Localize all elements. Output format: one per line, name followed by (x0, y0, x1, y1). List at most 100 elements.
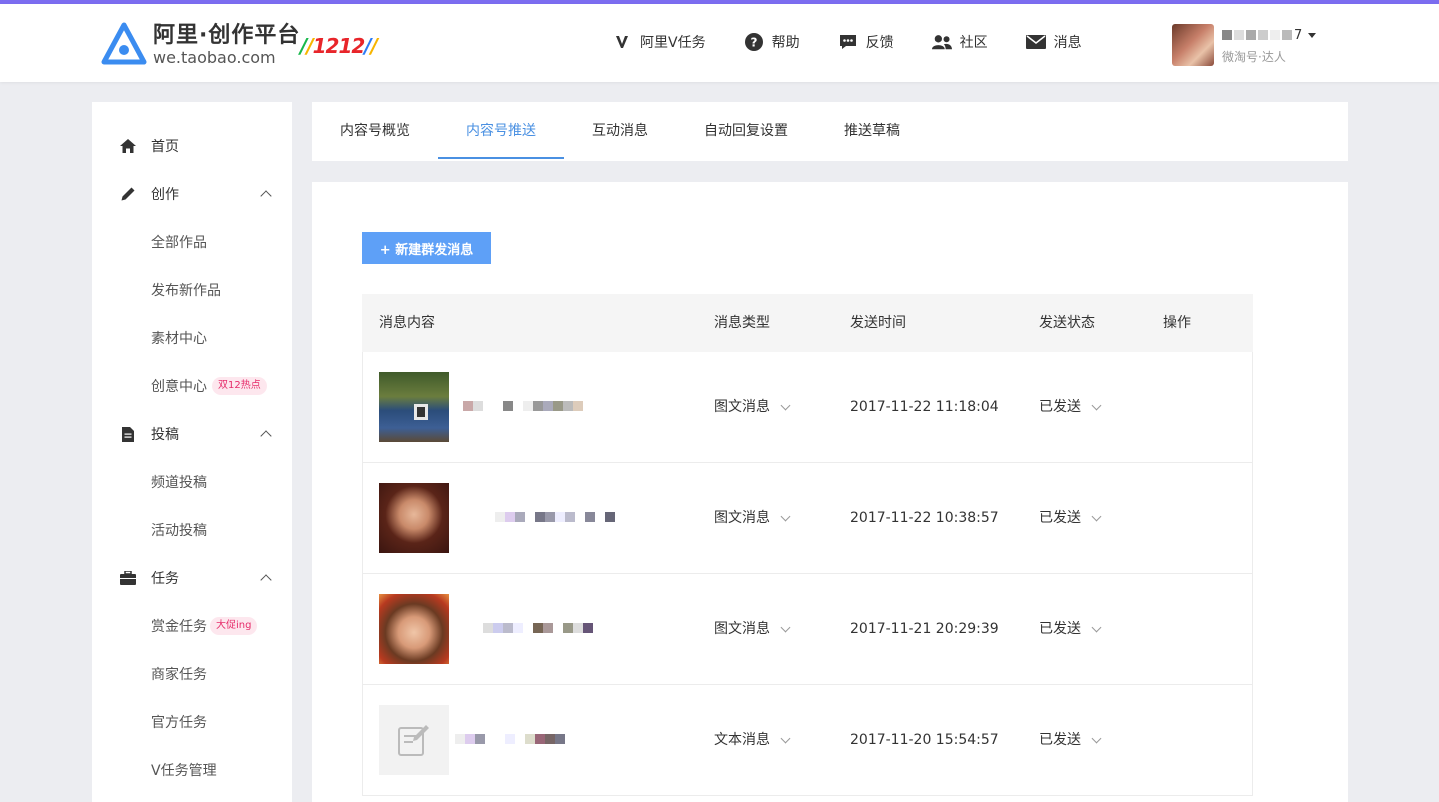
sidebar-item-tasks[interactable]: 任务 (92, 554, 292, 602)
main-content: + 新建群发消息 消息内容 消息类型 发送时间 发送状态 操作 图文消息 201… (312, 182, 1348, 802)
sidebar-item-bounty-tasks[interactable]: 赏金任务 大促ing (92, 602, 292, 650)
sidebar-item-activity-submission[interactable]: 活动投稿 (92, 506, 292, 554)
user-name[interactable]: 7 (1222, 24, 1317, 46)
active-tab-indicator (438, 157, 564, 159)
sidebar-item-label: 首页 (151, 139, 179, 155)
column-header: 消息类型 (714, 315, 770, 331)
avatar[interactable] (1172, 24, 1214, 66)
top-nav: 阿里V任务 ? 帮助 反馈 社区 消息 (612, 32, 1120, 52)
message-type-dropdown[interactable]: 图文消息 (714, 463, 791, 574)
send-time: 2017-11-22 10:38:57 (850, 510, 999, 526)
promo-badge: 大促ing (210, 617, 258, 635)
chevron-down-icon (780, 511, 791, 522)
table-row: 图文消息 2017-11-21 20:29:39 已发送 (362, 574, 1253, 685)
tab-overview[interactable]: 内容号概览 (340, 102, 410, 161)
chevron-down-icon (780, 400, 791, 411)
sidebar-item-submission[interactable]: 投稿 (92, 410, 292, 458)
home-icon (120, 138, 136, 154)
chevron-up-icon[interactable] (260, 190, 272, 202)
logo-domain: we.taobao.com (153, 48, 276, 67)
message-type-dropdown[interactable]: 图文消息 (714, 574, 791, 685)
new-broadcast-button[interactable]: + 新建群发消息 (362, 232, 491, 264)
message-title-mosaic[interactable] (455, 734, 565, 744)
sidebar-item-official-tasks[interactable]: 官方任务 (92, 698, 292, 746)
sidebar-item-label: 官方任务 (151, 715, 207, 731)
column-header: 发送时间 (850, 315, 906, 331)
nav-label: 社区 (959, 35, 988, 51)
sidebar-item-label: 发布新作品 (151, 283, 221, 299)
sidebar-item-channel-submission[interactable]: 频道投稿 (92, 458, 292, 506)
nav-help[interactable]: ? 帮助 (744, 32, 800, 52)
logo[interactable]: 阿里·创作平台 we.taobao.com (101, 22, 300, 68)
sidebar-item-material-center[interactable]: 素材中心 (92, 314, 292, 362)
nav-v-task[interactable]: 阿里V任务 (612, 32, 706, 52)
nav-messages[interactable]: 消息 (1025, 32, 1082, 52)
sidebar-item-all-works[interactable]: 全部作品 (92, 218, 292, 266)
document-icon (120, 426, 136, 442)
pencil-icon (120, 186, 136, 202)
message-title-mosaic[interactable] (495, 512, 615, 522)
message-type-dropdown[interactable]: 图文消息 (714, 352, 791, 463)
community-icon (931, 32, 952, 52)
message-thumbnail[interactable] (379, 372, 449, 442)
send-time: 2017-11-22 11:18:04 (850, 399, 999, 415)
send-status-dropdown[interactable]: 已发送 (1039, 574, 1102, 685)
user-role: 微淘号·达人 (1222, 50, 1286, 64)
send-status-dropdown[interactable]: 已发送 (1039, 685, 1102, 796)
mail-icon (1025, 32, 1046, 52)
logo-icon (101, 22, 147, 65)
sidebar-item-label: 素材中心 (151, 331, 207, 347)
sidebar-item-label: 任务 (151, 571, 179, 587)
message-type-dropdown[interactable]: 文本消息 (714, 685, 791, 796)
message-thumbnail[interactable] (379, 594, 449, 664)
nav-feedback[interactable]: 反馈 (838, 32, 894, 52)
v-icon (612, 32, 632, 52)
feedback-icon (838, 32, 858, 52)
sidebar-item-v-task-management[interactable]: V任务管理 (92, 746, 292, 794)
help-icon: ? (744, 32, 764, 52)
logo-title: 阿里·创作平台 (153, 23, 301, 48)
sidebar-item-creative-center[interactable]: 创意中心 双12热点 (92, 362, 292, 410)
send-status-dropdown[interactable]: 已发送 (1039, 463, 1102, 574)
chevron-down-icon (1091, 511, 1102, 522)
sidebar-item-merchant-tasks[interactable]: 商家任务 (92, 650, 292, 698)
column-header: 消息内容 (379, 315, 435, 331)
table-row: 图文消息 2017-11-22 11:18:04 已发送 (362, 352, 1253, 463)
nav-label: 反馈 (865, 35, 894, 51)
table-header: 消息内容 消息类型 发送时间 发送状态 操作 (362, 294, 1253, 352)
column-header: 发送状态 (1039, 315, 1095, 331)
sidebar-item-label: 创意中心 (151, 379, 207, 395)
tab-bar: 内容号概览 内容号推送 互动消息 自动回复设置 推送草稿 (312, 102, 1348, 161)
message-thumbnail[interactable] (379, 483, 449, 553)
column-header: 操作 (1163, 315, 1191, 331)
sidebar-item-label: 活动投稿 (151, 523, 207, 539)
chevron-up-icon[interactable] (260, 574, 272, 586)
nav-label: 阿里V任务 (640, 35, 706, 51)
send-time: 2017-11-21 20:29:39 (850, 621, 999, 637)
briefcase-icon (120, 570, 136, 586)
message-title-mosaic[interactable] (473, 623, 593, 633)
sidebar-item-publish-new[interactable]: 发布新作品 (92, 266, 292, 314)
tab-auto-reply-settings[interactable]: 自动回复设置 (704, 102, 788, 161)
tab-push[interactable]: 内容号推送 (466, 102, 536, 161)
send-status-dropdown[interactable]: 已发送 (1039, 352, 1102, 463)
chevron-down-icon (1091, 400, 1102, 411)
sidebar-item-label: V任务管理 (151, 763, 217, 779)
tab-interactive-messages[interactable]: 互动消息 (592, 102, 648, 161)
user-menu[interactable]: 7 微淘号·达人 (1172, 24, 1317, 66)
chevron-up-icon[interactable] (260, 430, 272, 442)
sidebar-item-home[interactable]: 首页 (92, 122, 292, 170)
message-title-mosaic[interactable] (463, 401, 583, 411)
sidebar-item-label: 全部作品 (151, 235, 207, 251)
promo-1212-logo: //1212// (300, 34, 378, 58)
hot-badge: 双12热点 (212, 377, 267, 395)
text-message-icon[interactable] (379, 705, 449, 775)
chevron-down-icon (1091, 733, 1102, 744)
caret-down-icon (1308, 32, 1317, 38)
tab-push-drafts[interactable]: 推送草稿 (844, 102, 900, 161)
header: 阿里·创作平台 we.taobao.com //1212// 阿里V任务 ? 帮… (0, 4, 1439, 82)
sidebar-item-label: 赏金任务 (151, 619, 207, 635)
sidebar-item-label: 频道投稿 (151, 475, 207, 491)
nav-community[interactable]: 社区 (931, 32, 988, 52)
sidebar-item-create[interactable]: 创作 (92, 170, 292, 218)
